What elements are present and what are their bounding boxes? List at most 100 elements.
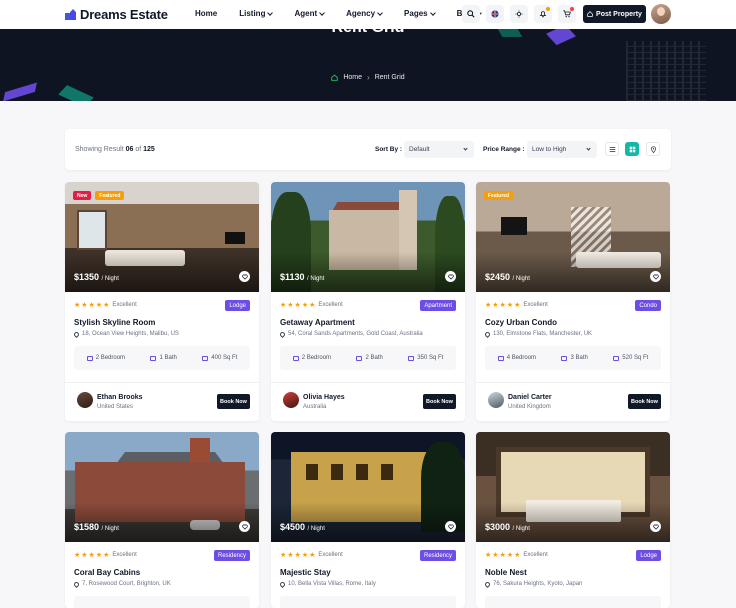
listing-address: 18, Ocean View Heights, Malibu, US	[72, 330, 250, 338]
listing-address: 54, Coral Sands Apartments, Gold Coast, …	[278, 330, 456, 338]
listing-address: 76, Sakura Heights, Kyoto, Japan	[483, 580, 661, 588]
book-now-button[interactable]: Book Now	[628, 394, 661, 409]
nav-label: Listing	[239, 9, 266, 18]
card-body: ★★★★★ Excellent Condo Cozy Urban Condo 13…	[476, 292, 670, 421]
location-pin-icon	[72, 330, 81, 338]
listing-title[interactable]: Noble Nest	[485, 568, 661, 577]
badge-label: New	[77, 192, 88, 199]
favorite-button[interactable]	[445, 271, 456, 282]
price-value: $4500	[280, 522, 306, 532]
listing-title[interactable]: Coral Bay Cabins	[74, 568, 250, 577]
listing-card[interactable]: New Featured $1350 / Night ★★★★★ Excellen…	[65, 182, 259, 421]
rating: ★★★★★ Excellent	[485, 551, 661, 559]
chevron-down-icon	[267, 9, 274, 16]
heart-icon	[447, 524, 454, 530]
favorite-button[interactable]	[239, 271, 250, 282]
home-icon	[331, 74, 339, 81]
spec-baths: 1 Bath	[150, 355, 177, 361]
badge-label: Featured	[99, 192, 121, 199]
agent-name[interactable]: Olivia Hayes	[303, 394, 345, 401]
sort-label: Sort By :	[375, 146, 403, 153]
star-icons: ★★★★★	[74, 302, 111, 309]
star-icons: ★★★★★	[485, 302, 522, 309]
building-silhouette	[626, 41, 706, 101]
property-type-badge: Residency	[419, 550, 456, 561]
listing-photo[interactable]: $3000 / Night	[476, 432, 670, 542]
property-type-badge: Condo	[635, 300, 661, 311]
listing-photo[interactable]: $1130 / Night	[271, 182, 465, 292]
star-icons: ★★★★★	[485, 552, 522, 559]
list-view-button[interactable]	[605, 142, 619, 156]
results-shown: 06	[125, 146, 134, 153]
price-tag: $1350 / Night	[74, 272, 119, 282]
nav-home[interactable]: Home	[195, 9, 217, 18]
area-icon	[202, 355, 209, 361]
favorite-button[interactable]	[650, 271, 661, 282]
spec-area: 400 Sq Ft	[202, 355, 237, 361]
property-type-badge: Apartment	[420, 300, 456, 311]
card-body: ★★★★★ Excellent Residency Coral Bay Cabin…	[65, 542, 259, 608]
rating-label: Excellent	[523, 552, 548, 558]
listing-address: 7, Rosewood Court, Brighton, UK	[72, 580, 250, 588]
location-pin-icon	[278, 330, 287, 338]
address-text: 18, Ocean View Heights, Malibu, US	[82, 331, 179, 337]
price-range-select[interactable]: Low to High	[527, 141, 597, 158]
notification-bell-icon	[539, 11, 547, 18]
nav-pages[interactable]: Pages	[404, 9, 436, 18]
address-text: 76, Sakura Heights, Kyoto, Japan	[493, 581, 583, 587]
address-text: 54, Coral Sands Apartments, Gold Coast, …	[288, 331, 423, 337]
price-period: / Night	[307, 526, 325, 532]
listing-photo[interactable]: $4500 / Night	[271, 432, 465, 542]
listing-title[interactable]: Majestic Stay	[280, 568, 456, 577]
main-nav: Home Listing Agent Agency Pages Blog	[195, 9, 503, 18]
agent-name[interactable]: Daniel Carter	[508, 394, 552, 401]
listing-photo[interactable]: $1580 / Night	[65, 432, 259, 542]
price-value: $2450	[485, 272, 511, 282]
listing-card[interactable]: $1580 / Night ★★★★★ Excellent Residency C…	[65, 432, 259, 608]
list-view-icon	[609, 146, 615, 152]
price-value: $1130	[280, 272, 305, 282]
breadcrumb: Home › Rent Grid	[0, 73, 736, 82]
filter-bar: Showing Result 06 of 125 Sort By : Defau…	[65, 129, 671, 170]
agent-avatar[interactable]	[283, 392, 299, 408]
spec-text: 520 Sq Ft	[622, 355, 649, 361]
listing-title[interactable]: Cozy Urban Condo	[485, 318, 661, 327]
nav-agent[interactable]: Agent	[294, 9, 325, 18]
agent-name[interactable]: Ethan Brooks	[97, 394, 143, 401]
favorite-button[interactable]	[650, 521, 661, 532]
favorite-button[interactable]	[445, 521, 456, 532]
agent-avatar[interactable]	[488, 392, 504, 408]
address-text: 10, Bella Vista Villas, Rome, Italy	[288, 581, 376, 587]
listing-photo[interactable]: Featured $2450 / Night	[476, 182, 670, 292]
book-now-button[interactable]: Book Now	[423, 394, 456, 409]
agent-avatar[interactable]	[77, 392, 93, 408]
spec-text: 3 Bath	[570, 355, 588, 361]
map-view-button[interactable]	[646, 142, 660, 156]
language-flag-icon	[491, 10, 499, 18]
listing-card[interactable]: $4500 / Night ★★★★★ Excellent Residency M…	[271, 432, 465, 608]
agent-row: Olivia Hayes Australia Book Now	[271, 382, 465, 421]
listing-specs	[280, 596, 456, 608]
breadcrumb-home[interactable]: Home	[343, 74, 362, 81]
chevron-down-icon	[319, 9, 325, 16]
listing-card[interactable]: $3000 / Night ★★★★★ Excellent Lodge Noble…	[476, 432, 670, 608]
book-now-button[interactable]: Book Now	[217, 394, 250, 409]
listing-title[interactable]: Getaway Apartment	[280, 318, 456, 327]
card-body: ★★★★★ Excellent Lodge Stylish Skyline Roo…	[65, 292, 259, 421]
listing-title[interactable]: Stylish Skyline Room	[74, 318, 250, 327]
heart-icon	[652, 274, 659, 280]
listing-card[interactable]: Featured $2450 / Night ★★★★★ Excellent Co…	[476, 182, 670, 421]
sort-select[interactable]: Default	[404, 141, 474, 158]
listing-specs: 2 Bedroom 2 Bath 350 Sq Ft	[280, 346, 456, 370]
property-type-badge: Residency	[213, 550, 250, 561]
new-badge: New	[73, 191, 92, 200]
chevron-down-icon	[463, 146, 468, 151]
location-pin-icon	[483, 580, 492, 588]
nav-agency[interactable]: Agency	[346, 9, 383, 18]
favorite-button[interactable]	[239, 521, 250, 532]
nav-listing[interactable]: Listing	[239, 9, 274, 18]
grid-view-button[interactable]	[625, 142, 639, 156]
listing-card[interactable]: $1130 / Night ★★★★★ Excellent Apartment G…	[271, 182, 465, 421]
chevron-down-icon	[377, 9, 383, 16]
listing-photo[interactable]: New Featured $1350 / Night	[65, 182, 259, 292]
